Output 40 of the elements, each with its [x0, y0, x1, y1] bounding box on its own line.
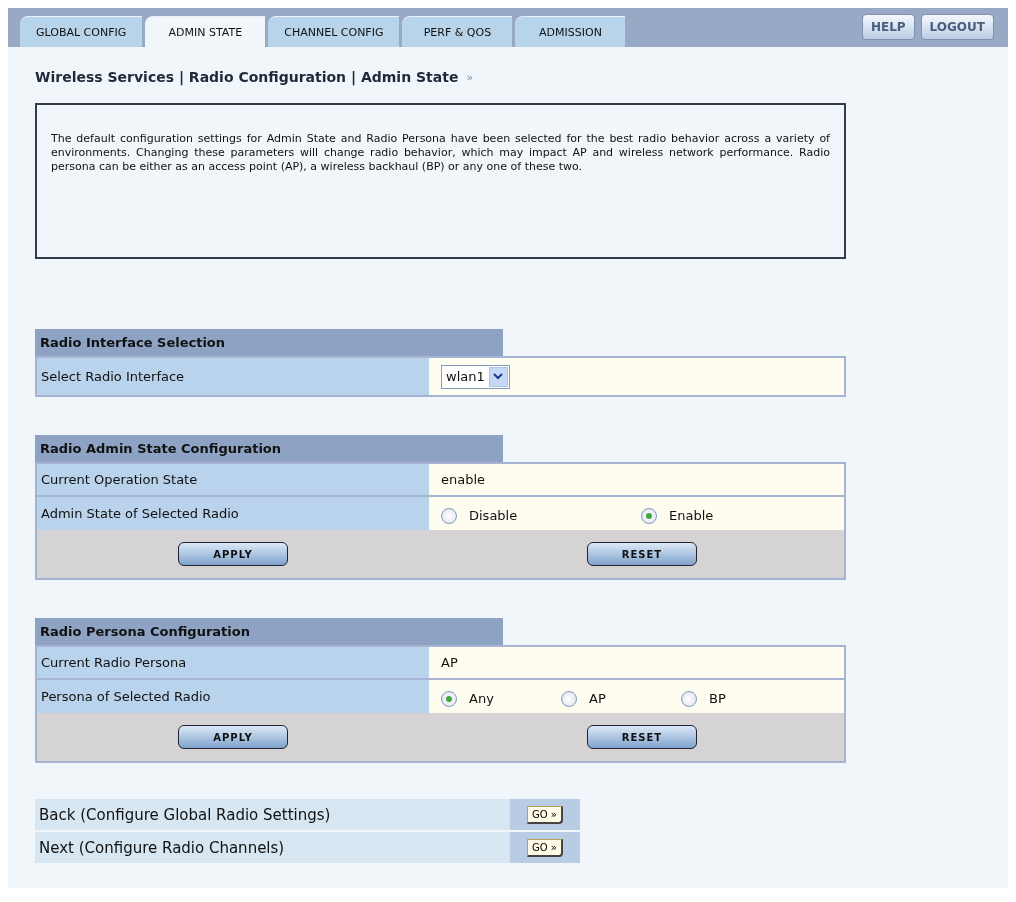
field-label: Select Radio Interface [37, 358, 429, 395]
chevron-down-icon [493, 372, 504, 381]
breadcrumb: Wireless Services | Radio Configuration | Admin State [35, 69, 459, 85]
tab[interactable]: ADMIN STATE [145, 16, 266, 47]
action-button[interactable]: RESET [587, 725, 697, 749]
radio-label: Any [469, 691, 494, 706]
radio-button[interactable] [441, 507, 457, 524]
radio-label: Enable [669, 508, 714, 523]
field-label: Persona of Selected Radio [37, 680, 429, 713]
action-button[interactable]: RESET [587, 542, 697, 566]
tab[interactable]: PERF & QOS [402, 16, 513, 47]
radio-label: AP [589, 691, 606, 706]
radio-button[interactable] [641, 507, 657, 524]
section-header: Radio Persona Configuration [35, 618, 503, 645]
radio-button[interactable] [561, 690, 577, 707]
field-label: Current Radio Persona [37, 647, 429, 678]
action-button[interactable]: APPLY [178, 725, 288, 749]
header-button[interactable]: LOGOUT [920, 14, 994, 40]
radio-button[interactable] [441, 690, 457, 707]
field-value: enable [441, 472, 486, 487]
tab[interactable]: GLOBAL CONFIG [20, 16, 143, 47]
nav-label: Back (Configure Global Radio Settings) [35, 799, 510, 830]
section-header: Radio Admin State Configuration [35, 435, 503, 462]
field-label: Admin State of Selected Radio [37, 497, 429, 530]
field-value: AP [441, 655, 458, 670]
radio-button[interactable] [681, 690, 697, 707]
go-button[interactable]: GO » [527, 805, 563, 824]
go-button[interactable]: GO » [527, 838, 563, 857]
action-button[interactable]: APPLY [178, 542, 288, 566]
tab[interactable]: ADMISSION [515, 16, 626, 47]
nav-label: Next (Configure Radio Channels) [35, 832, 510, 863]
tab[interactable]: CHANNEL CONFIG [268, 16, 400, 47]
description-text: The default configuration settings for Admin State and Radio Persona have been selected for the best radio behavior across a variety of environments. Changing these parameters will change radio behavior, which may impact AP and wireless network performance. Radio persona can be either as an access point (AP), a wireless backhaul (BP) or any one of these two. [51, 132, 830, 174]
radio-label: Disable [469, 508, 518, 523]
field-label: Current Operation State [37, 464, 429, 495]
header-button[interactable]: HELP [861, 14, 915, 40]
breadcrumb-marker: » [466, 70, 474, 84]
interface-select[interactable]: wlan1 [441, 364, 510, 389]
section-header: Radio Interface Selection [35, 329, 503, 356]
radio-label: BP [709, 691, 726, 706]
